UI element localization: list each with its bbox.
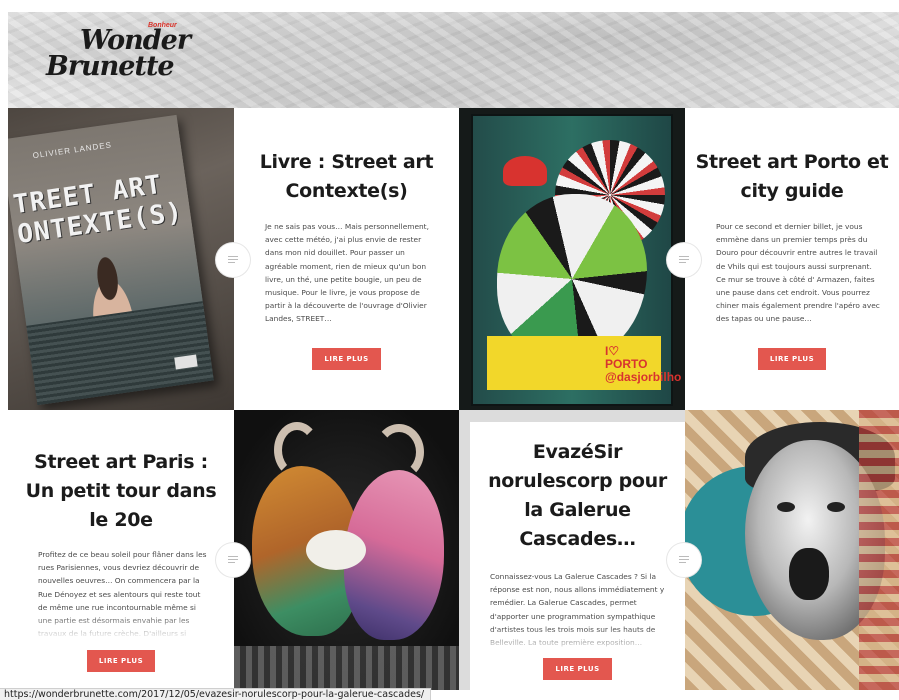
- rooster-tag-line-2: PORTO: [605, 357, 648, 371]
- text-lines-icon: [679, 556, 689, 563]
- read-more-wrap: LIRE PLUS: [470, 658, 685, 680]
- post-card-street-art-contextes: Livre : Street art Contexte(s) Je ne sai…: [234, 108, 459, 410]
- post-format-icon: [216, 243, 250, 277]
- goat-horn-right: [374, 424, 424, 480]
- rooster-tag-line-1: I♡: [605, 344, 620, 358]
- mural-pattern-panel: [859, 410, 899, 690]
- site-logo[interactable]: Wonder Brunette Bonheur: [34, 22, 191, 92]
- book-author: OLIVIER LANDES: [32, 140, 113, 161]
- post-title[interactable]: Street art Porto et city guide: [695, 148, 889, 206]
- mural-mouth: [789, 548, 829, 600]
- mural-eye-left: [777, 502, 795, 512]
- read-more-wrap: LIRE PLUS: [685, 348, 899, 370]
- post-card-street-art-porto: Street art Porto et city guide Pour ce s…: [685, 108, 899, 410]
- goat-horn-left: [274, 422, 320, 478]
- read-more-button[interactable]: LIRE PLUS: [543, 658, 612, 680]
- read-more-wrap: LIRE PLUS: [234, 348, 459, 370]
- read-more-button[interactable]: LIRE PLUS: [312, 348, 381, 370]
- logo-wordmark: Wonder Brunette: [46, 27, 191, 82]
- read-more-wrap: LIRE PLUS: [8, 650, 234, 672]
- excerpt-fade: [8, 614, 234, 640]
- rooster-tag: I♡ PORTO @dasjorbilho: [605, 345, 681, 384]
- post-title[interactable]: Livre : Street art Contexte(s): [254, 148, 439, 206]
- goat-beard: [306, 530, 366, 570]
- logo-line-2: Brunette: [46, 51, 175, 82]
- text-lines-icon: [228, 556, 238, 563]
- book-water: [26, 301, 214, 406]
- post-image-street-art-paris[interactable]: [234, 410, 459, 690]
- post-card-galerue-cascades: EvazéSir norulescorp pour la Galerue Cas…: [470, 422, 685, 690]
- text-lines-icon: [228, 256, 238, 263]
- post-image-galerue-cascades[interactable]: [685, 410, 899, 690]
- post-image-street-art-contextes[interactable]: OLIVIER LANDES TREET ART ONTEXTE(S): [8, 108, 234, 410]
- read-more-button[interactable]: LIRE PLUS: [757, 348, 827, 370]
- post-excerpt: Je ne sais pas vous… Mais personnellemen…: [265, 222, 429, 324]
- site-header: Wonder Brunette Bonheur: [8, 12, 899, 108]
- logo-badge: Bonheur: [148, 22, 177, 29]
- post-title[interactable]: Street art Paris : Un petit tour dans le…: [18, 448, 224, 535]
- rooster-tag-line-3: @dasjorbilho: [605, 370, 682, 384]
- post-format-icon: [667, 543, 701, 577]
- post-card-street-art-paris: Street art Paris : Un petit tour dans le…: [8, 410, 234, 690]
- text-lines-icon: [679, 256, 689, 263]
- post-title[interactable]: EvazéSir norulescorp pour la Galerue Cas…: [478, 438, 677, 554]
- rooster-comb: [503, 156, 547, 186]
- link-status-bar: https://wonderbrunette.com/2017/12/05/ev…: [0, 688, 432, 700]
- post-image-street-art-porto[interactable]: I♡ PORTO @dasjorbilho: [459, 108, 685, 410]
- door-mural: I♡ PORTO @dasjorbilho: [471, 114, 681, 406]
- book-title: TREET ART ONTEXTE(S): [11, 167, 184, 250]
- excerpt-fade: [470, 628, 685, 654]
- mural-eye-right: [827, 502, 845, 512]
- post-format-icon: [667, 243, 701, 277]
- read-more-button[interactable]: LIRE PLUS: [86, 650, 156, 672]
- post-excerpt: Pour ce second et dernier billet, je vou…: [716, 222, 880, 324]
- book-cover: OLIVIER LANDES TREET ART ONTEXTE(S): [8, 114, 214, 406]
- goat-ground: [234, 646, 459, 690]
- post-format-icon: [216, 543, 250, 577]
